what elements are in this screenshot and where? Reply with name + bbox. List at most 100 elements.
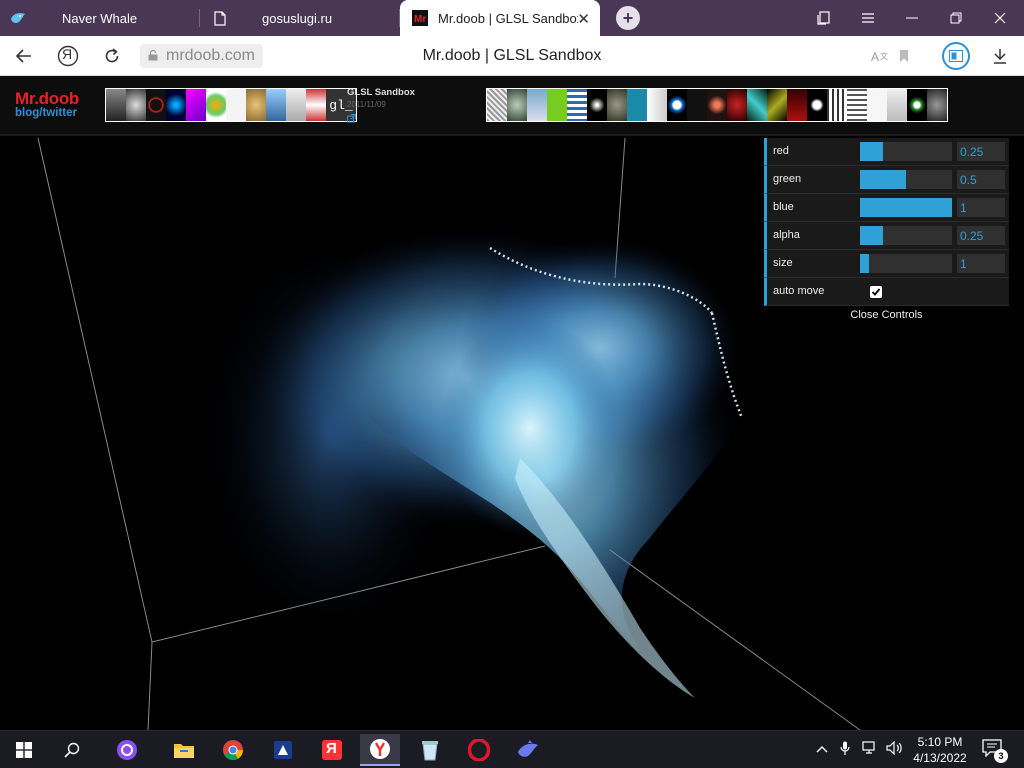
project-thumbnail[interactable] (687, 89, 707, 121)
notification-count-badge: 3 (994, 749, 1008, 763)
slider-fill (860, 226, 883, 245)
pdf-app-icon[interactable] (263, 734, 303, 766)
project-thumbnail[interactable] (166, 89, 186, 121)
project-thumbnail[interactable] (667, 89, 687, 121)
size-slider[interactable] (860, 254, 952, 273)
tab-label: Mr.doob | GLSL Sandbox (438, 10, 578, 26)
project-thumbnail[interactable] (547, 89, 567, 121)
project-thumbnail[interactable] (266, 89, 286, 121)
bookmark-icon[interactable] (892, 44, 916, 68)
alpha-slider[interactable] (860, 226, 952, 245)
yandex-browser-icon[interactable] (360, 734, 400, 766)
close-controls-button[interactable]: Close Controls (764, 306, 1009, 328)
minimize-button[interactable] (890, 0, 934, 36)
system-clock[interactable]: 5:10 PM 4/13/2022 (912, 734, 968, 766)
alpha-value-input[interactable]: 0.25 (957, 226, 1005, 245)
project-thumbnail[interactable] (787, 89, 807, 121)
control-label: alpha (773, 229, 800, 241)
project-thumbnail[interactable] (807, 89, 827, 121)
project-thumbnail[interactable] (527, 89, 547, 121)
notification-center-icon[interactable]: 3 (982, 739, 1008, 763)
close-tab-icon[interactable]: ✕ (577, 10, 590, 28)
chrome-icon[interactable] (213, 734, 253, 766)
project-thumbnail[interactable] (867, 89, 887, 121)
project-title[interactable]: GLSL Sandbox (347, 87, 415, 98)
project-thumbnail[interactable] (206, 89, 226, 121)
microphone-icon[interactable] (840, 741, 850, 759)
tab-naver-whale[interactable]: Naver Whale (0, 0, 200, 36)
red-value-input[interactable]: 0.25 (957, 142, 1005, 161)
mrdoob-logo[interactable]: Mr.doob blog/twitter (15, 89, 79, 119)
tab-mrdoob[interactable]: Mr Mr.doob | GLSL Sandbox ✕ (400, 0, 600, 36)
project-thumbnail[interactable] (587, 89, 607, 121)
reader-mode-button[interactable] (942, 42, 970, 70)
opera-icon[interactable] (459, 734, 499, 766)
project-thumbnail[interactable] (126, 89, 146, 121)
project-thumbnail[interactable] (246, 89, 266, 121)
project-thumbnail[interactable] (607, 89, 627, 121)
project-thumbnail[interactable] (306, 89, 326, 121)
translate-icon[interactable]: A文 (868, 44, 892, 68)
project-thumbnail[interactable] (487, 89, 507, 121)
auto-move-checkbox[interactable] (870, 286, 882, 298)
blue-slider[interactable] (860, 198, 952, 217)
project-thumbnail[interactable] (767, 89, 787, 121)
project-thumbnail[interactable] (647, 89, 667, 121)
volume-icon[interactable] (886, 740, 904, 758)
project-date: 2011/11/09 (347, 100, 386, 109)
project-thumbnail[interactable] (927, 89, 947, 121)
project-thumbnail[interactable] (627, 89, 647, 121)
whale-browser-icon[interactable] (508, 734, 548, 766)
project-thumbnail[interactable] (827, 89, 847, 121)
logo-sublink[interactable]: blog/twitter (15, 107, 79, 119)
clock-date: 4/13/2022 (913, 751, 967, 765)
alice-assistant-icon[interactable] (107, 734, 147, 766)
windows-start-icon[interactable] (4, 734, 44, 766)
project-thumbnail[interactable] (507, 89, 527, 121)
project-thumbnail[interactable] (907, 89, 927, 121)
project-thumbnail[interactable] (186, 89, 206, 121)
show-hidden-icons-button[interactable] (816, 741, 828, 756)
green-slider[interactable] (860, 170, 952, 189)
blue-value-input[interactable]: 1 (957, 198, 1005, 217)
control-label: size (773, 257, 793, 269)
red-slider[interactable] (860, 142, 952, 161)
new-tab-button[interactable]: + (616, 6, 640, 30)
project-thumbnail[interactable] (106, 89, 126, 121)
project-thumbnail[interactable] (707, 89, 727, 121)
project-thumbnail[interactable] (847, 89, 867, 121)
yandex-icon[interactable]: Я (312, 734, 352, 766)
project-thumbnail[interactable] (727, 89, 747, 121)
restore-button[interactable] (934, 0, 978, 36)
slider-fill (860, 254, 870, 273)
whale-icon (10, 10, 26, 26)
control-row-auto-move: auto move (764, 278, 1009, 306)
project-thumbnail[interactable] (887, 89, 907, 121)
checkmark-icon (871, 288, 881, 296)
menu-icon[interactable] (846, 0, 890, 36)
collections-icon[interactable] (802, 0, 846, 36)
file-explorer-icon[interactable] (164, 734, 204, 766)
slider-fill (860, 170, 906, 189)
control-row-red: red 0.25 (764, 138, 1009, 166)
project-thumbnail[interactable] (286, 89, 306, 121)
search-icon[interactable] (52, 734, 92, 766)
project-thumbnail[interactable] (146, 89, 166, 121)
clock-time: 5:10 PM (917, 735, 963, 749)
green-value-input[interactable]: 0.5 (957, 170, 1005, 189)
network-icon[interactable] (862, 741, 878, 758)
download-icon[interactable] (988, 44, 1012, 68)
project-thumbnail[interactable] (747, 89, 767, 121)
close-window-button[interactable] (978, 0, 1022, 36)
project-thumbnail[interactable] (226, 89, 246, 121)
control-row-green: green 0.5 (764, 166, 1009, 194)
control-row-size: size 1 (764, 250, 1009, 278)
control-label: auto move (773, 285, 825, 297)
recycle-bin-icon[interactable] (410, 734, 450, 766)
project-info: GLSL Sandbox 2011/11/09 (347, 87, 415, 128)
svg-text:A: A (871, 50, 879, 63)
project-thumbnail[interactable] (567, 89, 587, 121)
size-value-input[interactable]: 1 (957, 254, 1005, 273)
external-link-icon[interactable] (347, 110, 415, 128)
tab-gosuslugi[interactable]: gosuslugi.ru (200, 0, 400, 36)
